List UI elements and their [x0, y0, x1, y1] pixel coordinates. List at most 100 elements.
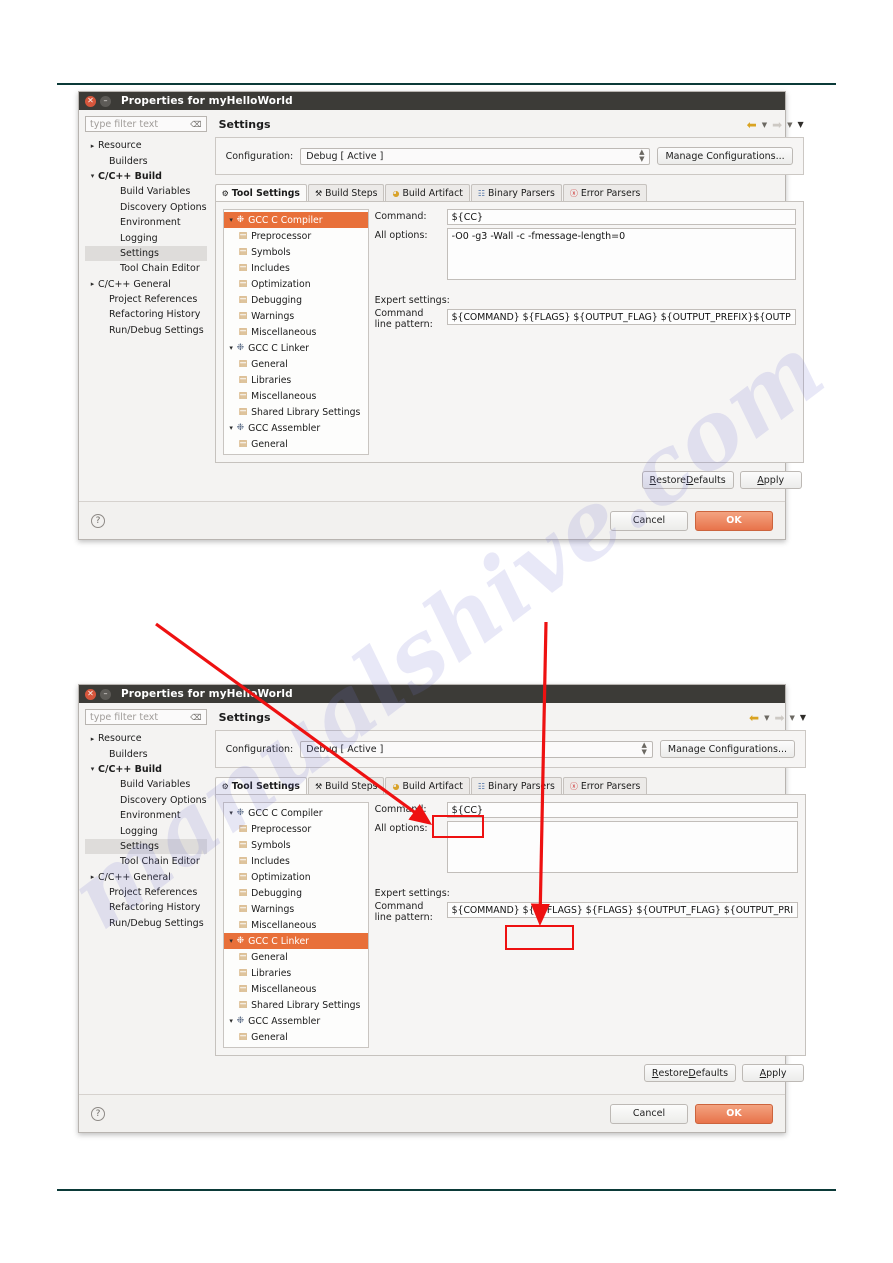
back-arrow-icon[interactable]: ⬅: [749, 712, 759, 724]
sidebar-item-build-variables[interactable]: Build Variables: [85, 184, 207, 199]
tool-tree-item-general[interactable]: ▤ General: [224, 949, 368, 965]
tool-tree-item-libraries[interactable]: ▤ Libraries: [224, 372, 368, 388]
apply-button[interactable]: Apply: [742, 1064, 805, 1082]
sidebar-item-settings[interactable]: Settings: [85, 838, 207, 855]
tab-binary-parsers[interactable]: ☷ Binary Parsers: [470, 777, 562, 794]
twisty-expanded-icon[interactable]: ▾: [226, 1017, 237, 1025]
tool-tree-item-preprocessor[interactable]: ▤ Preprocessor: [224, 228, 368, 244]
tab-binary-parsers[interactable]: ☷ Binary Parsers: [470, 184, 562, 201]
tool-tree[interactable]: ▾ ❉ GCC C Compiler ▤ Preprocessor ▤ Symbols ▤ In…: [222, 802, 369, 1048]
tab-build-steps[interactable]: ⚒ Build Steps: [307, 777, 385, 794]
configuration-select[interactable]: Debug [ Active ] ▲ ▼: [300, 147, 651, 165]
tool-tree-item-miscellaneous[interactable]: ▤ Miscellaneous: [224, 388, 368, 404]
twisty-expanded-icon[interactable]: ▾: [226, 216, 237, 224]
sidebar-item-build-variables[interactable]: Build Variables: [85, 777, 207, 792]
settings-tabs[interactable]: ⚙ Tool Settings ⚒ Build Steps ◕ Build Artifac…: [214, 777, 806, 794]
minimize-icon[interactable]: –: [100, 688, 111, 700]
sidebar-item-refactoring-history[interactable]: Refactoring History: [85, 307, 207, 322]
ok-button[interactable]: OK: [695, 510, 773, 531]
sidebar-item-c-c-build[interactable]: ▾ C/C++ Build: [85, 762, 207, 777]
help-icon[interactable]: ?: [91, 513, 105, 528]
settings-tree[interactable]: ▸ Resource Builders ▾ C/C++ Build Build Varia…: [85, 731, 207, 931]
tab-build-artifact[interactable]: ◕ Build Artifact: [385, 777, 470, 794]
tool-tree-item-warnings[interactable]: ▤ Warnings: [224, 308, 368, 324]
tool-tree-item-symbols[interactable]: ▤ Symbols: [224, 837, 368, 853]
tool-tree-item-general[interactable]: ▤ General: [224, 436, 368, 452]
tool-tree-item-includes[interactable]: ▤ Includes: [224, 853, 368, 869]
ok-button[interactable]: OK: [695, 1103, 773, 1124]
restore-defaults-button[interactable]: Restore Defaults: [641, 471, 734, 489]
settings-tabs[interactable]: ⚙ Tool Settings ⚒ Build Steps ◕ Build Artifac…: [214, 184, 804, 201]
tool-tree-item-optimization[interactable]: ▤ Optimization: [224, 276, 368, 292]
help-icon[interactable]: ?: [91, 1106, 105, 1121]
manage-configurations-button[interactable]: Manage Configurations...: [659, 740, 796, 758]
tab-tool-settings[interactable]: ⚙ Tool Settings: [214, 777, 307, 794]
sidebar-item-run-debug-settings[interactable]: Run/Debug Settings: [85, 323, 207, 338]
tool-tree-item-includes[interactable]: ▤ Includes: [224, 260, 368, 276]
sidebar-item-builders[interactable]: Builders: [85, 153, 207, 168]
sidebar-item-refactoring-history[interactable]: Refactoring History: [85, 900, 207, 915]
sidebar-item-tool-chain-editor[interactable]: Tool Chain Editor: [85, 261, 207, 276]
tool-tree-item-shared-library-settings[interactable]: ▤ Shared Library Settings: [224, 404, 368, 420]
twisty-collapsed-icon[interactable]: ▸: [87, 142, 98, 150]
sidebar-item-discovery-options[interactable]: Discovery Options: [85, 793, 207, 808]
sidebar-item-resource[interactable]: ▸ Resource: [85, 731, 207, 746]
tool-tree-item-gcc-c-compiler[interactable]: ▾ ❉ GCC C Compiler: [223, 212, 368, 228]
forward-chevron-down-icon[interactable]: ▼: [790, 714, 795, 722]
tool-tree-item-optimization[interactable]: ▤ Optimization: [224, 869, 368, 885]
forward-arrow-icon[interactable]: ➡: [774, 712, 784, 724]
tool-tree-item-warnings[interactable]: ▤ Warnings: [224, 901, 368, 917]
twisty-collapsed-icon[interactable]: ▸: [87, 280, 98, 288]
tool-tree-item-gcc-c-linker[interactable]: ▾ ❉ GCC C Linker: [223, 933, 368, 949]
sidebar-item-c-c-general[interactable]: ▸ C/C++ General: [85, 277, 207, 292]
clear-filter-icon[interactable]: ⌫: [190, 120, 201, 129]
twisty-collapsed-icon[interactable]: ▸: [87, 735, 98, 743]
sidebar-item-logging[interactable]: Logging: [85, 823, 207, 838]
sidebar-item-builders[interactable]: Builders: [85, 746, 207, 761]
spinner-icon[interactable]: ▲ ▼: [639, 148, 644, 164]
tool-tree-item-gcc-assembler[interactable]: ▾ ❉ GCC Assembler: [224, 1013, 368, 1029]
forward-chevron-down-icon[interactable]: ▼: [787, 121, 792, 129]
tool-tree-item-symbols[interactable]: ▤ Symbols: [224, 244, 368, 260]
twisty-expanded-icon[interactable]: ▾: [226, 937, 237, 945]
tool-tree-item-gcc-c-linker[interactable]: ▾ ❉ GCC C Linker: [224, 340, 368, 356]
sidebar-item-project-references[interactable]: Project References: [85, 885, 207, 900]
apply-button[interactable]: Apply: [739, 471, 802, 489]
tool-tree-item-gcc-c-compiler[interactable]: ▾ ❉ GCC C Compiler: [224, 805, 368, 821]
sidebar-item-environment[interactable]: Environment: [85, 215, 207, 230]
clear-filter-icon[interactable]: ⌫: [190, 713, 201, 722]
sidebar-item-discovery-options[interactable]: Discovery Options: [85, 200, 207, 215]
command-line-pattern-input[interactable]: ${COMMAND} ${FLAGS} ${OUTPUT_FLAG} ${OUT…: [446, 309, 796, 325]
sidebar-item-project-references[interactable]: Project References: [85, 292, 207, 307]
tool-tree-item-miscellaneous[interactable]: ▤ Miscellaneous: [224, 324, 368, 340]
twisty-expanded-icon[interactable]: ▾: [87, 172, 98, 180]
tool-tree-item-preprocessor[interactable]: ▤ Preprocessor: [224, 821, 368, 837]
command-line-pattern-input[interactable]: ${COMMAND} ${LDFLAGS} ${FLAGS} ${OUTPUT_…: [446, 902, 799, 918]
sidebar-item-tool-chain-editor[interactable]: Tool Chain Editor: [85, 854, 207, 869]
tab-tool-settings[interactable]: ⚙ Tool Settings: [214, 184, 307, 201]
twisty-expanded-icon[interactable]: ▾: [87, 765, 98, 773]
all-options-textarea[interactable]: [446, 821, 799, 873]
close-icon[interactable]: ✕: [85, 688, 96, 700]
manage-configurations-button[interactable]: Manage Configurations...: [657, 147, 793, 165]
command-input[interactable]: ${CC}: [446, 209, 796, 225]
tool-tree[interactable]: ▾ ❉ GCC C Compiler ▤ Preprocessor ▤ Symbols ▤ In…: [222, 209, 369, 455]
menu-chevron-down-icon[interactable]: ▼: [800, 713, 806, 722]
sidebar-item-run-debug-settings[interactable]: Run/Debug Settings: [85, 916, 207, 931]
sidebar-item-resource[interactable]: ▸ Resource: [85, 138, 207, 153]
twisty-expanded-icon[interactable]: ▾: [226, 344, 237, 352]
spinner-icon[interactable]: ▲ ▼: [641, 741, 646, 757]
sidebar-item-c-c-general[interactable]: ▸ C/C++ General: [85, 870, 207, 885]
tool-tree-item-general[interactable]: ▤ General: [224, 1029, 368, 1045]
all-options-textarea[interactable]: -O0 -g3 -Wall -c -fmessage-length=0: [446, 228, 796, 280]
tab-error-parsers[interactable]: ⓧ Error Parsers: [562, 777, 648, 794]
command-input[interactable]: ${CC}: [446, 802, 799, 818]
filter-input[interactable]: type filter text ⌫: [85, 709, 207, 725]
back-chevron-down-icon[interactable]: ▼: [764, 714, 769, 722]
sidebar-item-environment[interactable]: Environment: [85, 808, 207, 823]
tab-build-steps[interactable]: ⚒ Build Steps: [307, 184, 385, 201]
close-icon[interactable]: ✕: [85, 95, 96, 107]
tool-tree-item-shared-library-settings[interactable]: ▤ Shared Library Settings: [224, 997, 368, 1013]
tool-tree-item-debugging[interactable]: ▤ Debugging: [224, 885, 368, 901]
back-chevron-down-icon[interactable]: ▼: [762, 121, 767, 129]
